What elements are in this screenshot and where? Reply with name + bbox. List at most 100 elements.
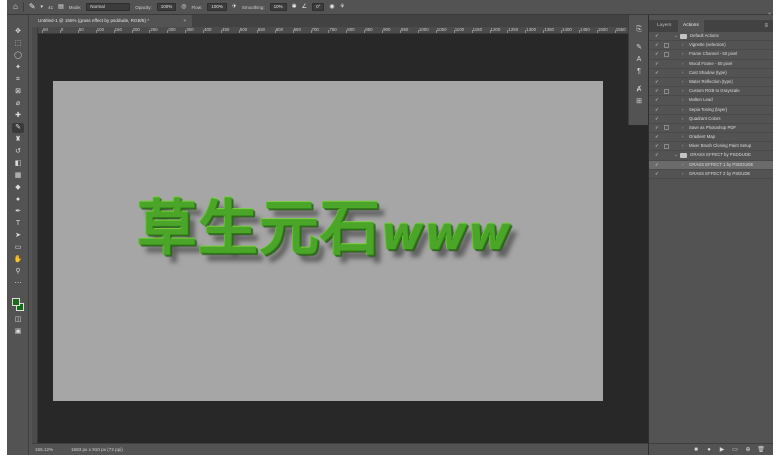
swatches-panel-icon[interactable]: ⊞ — [634, 97, 644, 107]
angle-field[interactable]: 0° — [312, 3, 325, 11]
action-row[interactable]: ✓ › Molten Lead — [649, 96, 773, 106]
toggle-checkmark-icon[interactable]: ✓ — [655, 161, 659, 169]
zoom-tool-icon[interactable]: ⚲ — [12, 267, 24, 277]
hand-tool-icon[interactable]: ✋ — [12, 255, 24, 265]
toggle-checkmark-icon[interactable]: ✓ — [655, 50, 659, 58]
dialog-toggle-icon[interactable] — [664, 88, 669, 94]
toggle-checkmark-icon[interactable]: ✓ — [655, 60, 659, 68]
rectangle-tool-icon[interactable]: ▭ — [12, 243, 24, 253]
history-panel-icon[interactable]: ⎘ — [634, 25, 644, 35]
action-row[interactable]: ✓ › Cast Shadow (type) — [649, 69, 773, 78]
toggle-checkmark-icon[interactable]: ✓ — [655, 115, 659, 123]
pressure-size-icon[interactable]: ◉ — [329, 3, 334, 11]
play-icon[interactable]: ▶ — [718, 445, 726, 455]
new-set-icon[interactable]: ▭ — [731, 445, 739, 455]
frame-tool-icon[interactable]: ⊠ — [12, 87, 24, 97]
airbrush-icon[interactable]: ✈ — [232, 3, 237, 11]
chevron-right-icon[interactable]: › — [682, 96, 683, 104]
chevron-right-icon[interactable]: › — [682, 133, 683, 141]
dialog-toggle-icon[interactable] — [664, 143, 669, 149]
toggle-checkmark-icon[interactable]: ✓ — [655, 32, 659, 40]
chevron-down-icon[interactable]: ⌄ — [674, 32, 678, 40]
action-set-row[interactable]: ✓ ⌄ Default Actions — [649, 32, 773, 42]
chevron-right-icon[interactable]: › — [682, 115, 683, 123]
toggle-checkmark-icon[interactable]: ✓ — [655, 124, 659, 132]
smoothing-field[interactable]: 10% — [269, 3, 287, 11]
toggle-checkmark-icon[interactable]: ✓ — [655, 78, 659, 86]
chevron-right-icon[interactable]: › — [682, 106, 683, 114]
character-panel-icon[interactable]: A — [634, 55, 644, 65]
chevron-right-icon[interactable]: › — [682, 87, 683, 95]
chevron-right-icon[interactable]: › — [682, 170, 683, 178]
action-row[interactable]: ✓ › Wood Frame - 50 pixel — [649, 60, 773, 69]
marquee-tool-icon[interactable]: ⬚ — [12, 39, 24, 49]
action-row[interactable]: ✓ › GRASS EFFECT 1 by PSDDUDE — [649, 160, 773, 170]
document-canvas[interactable]: 草生元石www — [53, 81, 603, 401]
dialog-toggle-icon[interactable] — [664, 42, 669, 48]
action-row[interactable]: ✓ › Quadrant Colors — [649, 115, 773, 124]
action-row[interactable]: ✓ › Vignette (selection) — [649, 41, 773, 51]
type-tool-icon[interactable]: T — [12, 219, 24, 229]
new-action-icon[interactable]: ⊕ — [744, 445, 752, 455]
more-tools-icon[interactable]: ⋯ — [12, 279, 24, 289]
chevron-down-icon[interactable]: ▾ — [41, 3, 44, 11]
action-row[interactable]: ✓ › Gradient Map — [649, 133, 773, 143]
brush-tool-icon[interactable]: ✎ — [29, 3, 36, 11]
toggle-checkmark-icon[interactable]: ✓ — [655, 170, 659, 178]
quick-select-tool-icon[interactable]: ✦ — [12, 63, 24, 73]
opacity-field[interactable]: 100% — [156, 3, 177, 11]
mode-select[interactable]: Normal — [86, 3, 131, 11]
chevron-down-icon[interactable]: ⌄ — [674, 151, 678, 159]
brush-settings-icon[interactable]: ▤ — [58, 3, 64, 11]
foreground-color-swatch[interactable] — [12, 298, 20, 306]
action-row[interactable]: ✓ › Frame Channel - 50 pixel — [649, 50, 773, 60]
chevron-right-icon[interactable]: › — [682, 161, 683, 169]
symmetry-icon[interactable]: ⚘ — [340, 3, 345, 11]
path-selection-tool-icon[interactable]: ➤ — [12, 231, 24, 241]
pressure-opacity-icon[interactable]: ◎ — [181, 3, 186, 11]
close-icon[interactable]: × — [183, 15, 186, 27]
toggle-checkmark-icon[interactable]: ✓ — [655, 106, 659, 114]
eraser-tool-icon[interactable]: ◧ — [12, 159, 24, 169]
horizontal-ruler[interactable]: 50 0 50 100 150 200 250 300 350 400 450 500 550 600 65… — [38, 27, 648, 34]
tab-actions[interactable]: Actions — [678, 20, 704, 32]
pen-tool-icon[interactable]: ✒ — [12, 207, 24, 217]
chevron-right-icon[interactable]: › — [682, 78, 683, 86]
history-brush-tool-icon[interactable]: ↺ — [12, 147, 24, 157]
glyphs-panel-icon[interactable]: Ⱥ — [634, 85, 644, 95]
dodge-tool-icon[interactable]: ● — [12, 195, 24, 205]
action-row[interactable]: ✓ › GRASS EFFECT 2 by PSDUDE — [649, 170, 773, 179]
toggle-checkmark-icon[interactable]: ✓ — [655, 133, 659, 141]
action-row[interactable]: ✓ › Save as Photoshop PDF — [649, 124, 773, 134]
eyedropper-tool-icon[interactable]: ⌀ — [12, 99, 24, 109]
chevron-right-icon[interactable]: › — [682, 142, 683, 150]
brush-size-value[interactable]: 41 — [48, 5, 53, 10]
action-row[interactable]: ✓ › Sepia Toning (layer) — [649, 106, 773, 115]
chevron-right-icon[interactable]: › — [682, 41, 683, 49]
gradient-tool-icon[interactable]: ▦ — [12, 171, 24, 181]
toggle-checkmark-icon[interactable]: ✓ — [655, 142, 659, 150]
canvas-area[interactable]: 草生元石www — [38, 34, 648, 443]
clone-stamp-tool-icon[interactable]: ♜ — [12, 135, 24, 145]
action-row[interactable]: ✓ › Mixer Brush Cloning Paint Setup — [649, 142, 773, 152]
action-row[interactable]: ✓ › Custom RGB to Grayscale — [649, 87, 773, 97]
toggle-checkmark-icon[interactable]: ✓ — [655, 69, 659, 77]
stop-icon[interactable]: ■ — [692, 445, 700, 455]
dialog-toggle-icon[interactable] — [664, 51, 669, 57]
paragraph-panel-icon[interactable]: ¶ — [634, 67, 644, 77]
dialog-toggle-icon[interactable] — [664, 125, 669, 131]
chevron-right-icon[interactable]: › — [682, 60, 683, 68]
screen-mode-icon[interactable]: ▣ — [12, 327, 24, 337]
healing-brush-tool-icon[interactable]: ✚ — [12, 111, 24, 121]
toggle-checkmark-icon[interactable]: ✓ — [655, 96, 659, 104]
move-tool-icon[interactable]: ✥ — [12, 27, 24, 37]
action-row[interactable]: ✓ › Water Reflection (type) — [649, 78, 773, 88]
chevron-right-icon[interactable]: › — [682, 69, 683, 77]
document-tab[interactable]: Untitled-1 @ 155% (grass effect by psddu… — [32, 15, 192, 27]
trash-icon[interactable]: 🗑 — [757, 445, 765, 455]
zoom-level[interactable]: 155.12% — [35, 444, 53, 455]
home-icon[interactable]: ⌂ — [13, 3, 18, 11]
flow-field[interactable]: 100% — [207, 3, 227, 11]
panel-menu-icon[interactable]: ≡ — [764, 20, 768, 32]
quick-mask-icon[interactable]: ◫ — [12, 315, 24, 325]
